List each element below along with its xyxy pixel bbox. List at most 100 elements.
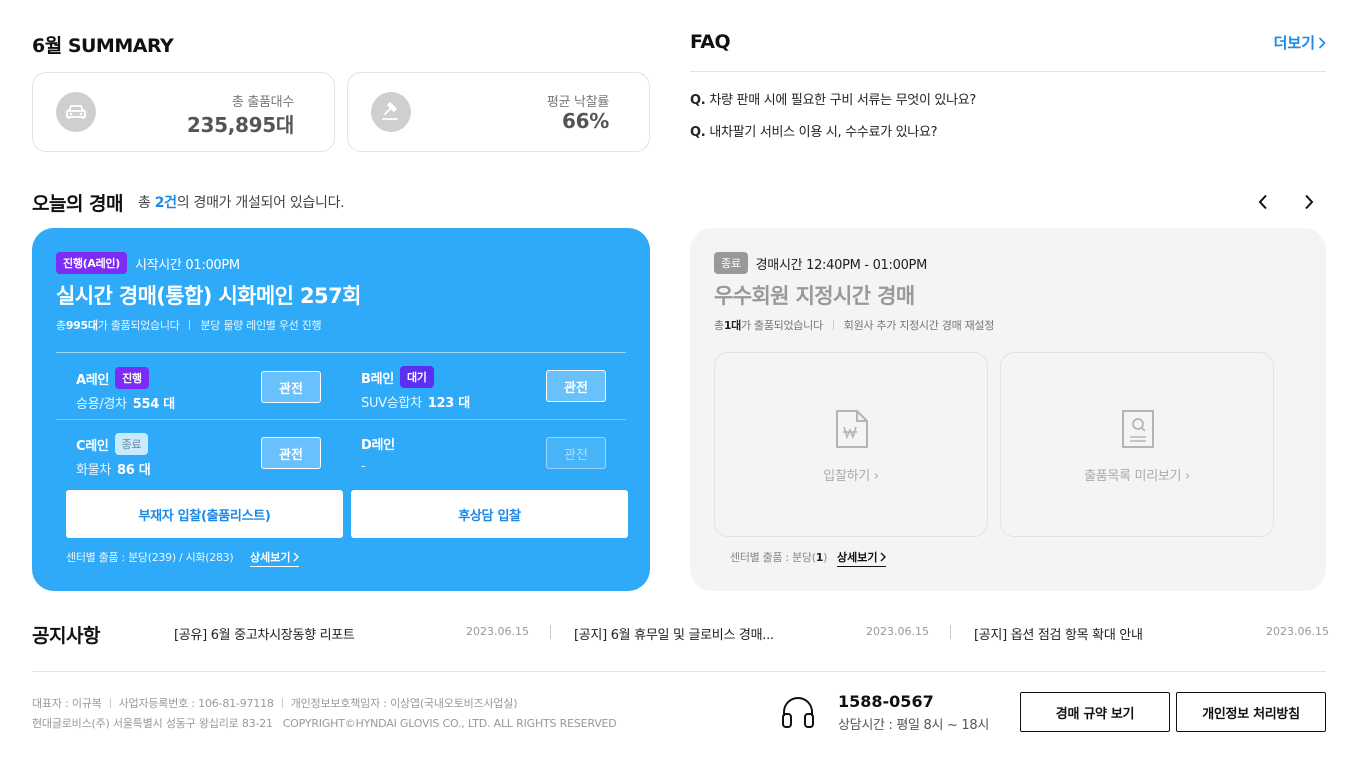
footer-copyright: COPYRIGHT©HYNDAI GLOVIS CO., LTD. ALL RI… <box>282 717 617 730</box>
lane-count: 554 대 <box>132 397 175 412</box>
detail-label: 상세보기 <box>837 551 878 564</box>
summary-value: 235,895대 <box>186 113 294 137</box>
watch-lane-b-button[interactable]: 관전 <box>546 370 606 402</box>
lane-count: 123 대 <box>427 396 470 411</box>
faq-item[interactable]: Q. 차량 판매 시에 필요한 구비 서류는 무엇이 있나요? <box>690 89 976 108</box>
lane-name: A레인 <box>76 372 110 388</box>
info-suffix: 가 출품되었습니다 <box>97 319 180 332</box>
chevron-right-icon <box>880 552 887 562</box>
lane-b-desc: SUV승합차 123 대 <box>361 392 470 411</box>
bid-box[interactable]: 입찰하기 › <box>714 352 988 537</box>
detail-link[interactable]: 상세보기 <box>250 549 300 567</box>
lane-status-badge: 대기 <box>399 366 434 388</box>
lane-a-header: A레인 진행 <box>76 367 149 389</box>
center-info: 센터별 출품 : 분당(239) / 시화(283) <box>66 551 234 564</box>
footer-biz-no: 사업자등록번호 : 106-81-97118 <box>118 697 274 710</box>
divider <box>189 320 191 330</box>
headset-icon <box>782 697 814 728</box>
gavel-icon <box>371 92 411 132</box>
preview-box[interactable]: 출품목록 미리보기 › <box>1000 352 1274 537</box>
watch-lane-c-button[interactable]: 관전 <box>261 437 321 469</box>
auction-time: 경매시간 12:40PM - 01:00PM <box>755 257 928 273</box>
today-sub-suffix: 의 경매가 개설되어 있습니다. <box>176 195 345 211</box>
notice-date: 2023.06.15 <box>866 625 929 638</box>
watch-lane-d-button[interactable]: 관전 <box>546 437 606 469</box>
post-consult-bid-button[interactable]: 후상담 입찰 <box>351 490 628 538</box>
footer-ceo: 대표자 : 이규복 <box>32 697 102 710</box>
lane-name: B레인 <box>361 371 394 387</box>
chevron-right-icon: › <box>1185 469 1190 484</box>
notice-item[interactable]: [공지] 6월 휴무일 및 글로비스 경매... <box>574 624 774 643</box>
chevron-right-icon: › <box>873 469 879 484</box>
faq-divider <box>690 71 1326 72</box>
lane-type: 화물차 <box>76 463 111 478</box>
preview-text: 출품목록 미리보기 <box>1084 469 1182 484</box>
lane-c-desc: 화물차 86 대 <box>76 459 151 478</box>
notice-item[interactable]: [공지] 옵션 점검 항목 확대 안내 <box>974 624 1143 643</box>
document-search-icon <box>1122 410 1154 448</box>
faq-item[interactable]: Q. 내차팔기 서비스 이용 시, 수수료가 있나요? <box>690 121 938 140</box>
lane-name: D레인 <box>361 438 395 453</box>
status-badge: 진행(A레인) <box>56 252 127 274</box>
divider <box>550 625 551 639</box>
footer-privacy-officer: 개인정보보호책임자 : 이상엽(국내오토비즈사업실) <box>290 697 518 710</box>
summary-value: 66% <box>562 109 609 133</box>
footer-address-line: 현대글로비스(주) 서울특별시 성동구 왕십리로 83-21 COPYRIGHT… <box>32 715 617 731</box>
summary-card-rate: 평균 낙찰률 66% <box>347 72 650 152</box>
closed-auction-card: 종료 경매시간 12:40PM - 01:00PM 우수회원 지정시간 경매 총… <box>690 228 1326 591</box>
detail-link[interactable]: 상세보기 <box>837 549 887 567</box>
absentee-bid-button[interactable]: 부재자 입찰(출품리스트) <box>66 490 343 538</box>
today-title: 오늘의 경매 <box>32 193 124 215</box>
faq-question: 차량 판매 시에 필요한 구비 서류는 무엇이 있나요? <box>709 93 977 108</box>
notice-title: 공지사항 <box>32 625 100 647</box>
lane-status-badge: 진행 <box>115 367 149 389</box>
watch-lane-a-button[interactable]: 관전 <box>261 371 321 403</box>
notice-date: 2023.06.15 <box>466 625 529 638</box>
today-sub-prefix: 총 <box>138 195 155 211</box>
lane-type: 승용/경차 <box>76 397 127 412</box>
center-info: 센터별 출품 : 분당(1) <box>730 549 827 565</box>
auction-title: 실시간 경매(통합) 시화메인 257회 <box>56 284 361 308</box>
footer-address: 현대글로비스(주) 서울특별시 성동구 왕십리로 83-21 <box>32 717 273 730</box>
summary-title: 6월 SUMMARY <box>32 35 174 57</box>
divider <box>832 320 834 330</box>
bid-label: 입찰하기 › <box>715 465 987 484</box>
notice-date: 2023.06.15 <box>1266 625 1329 638</box>
center-suffix: ) <box>823 551 828 564</box>
info-note: 분당 물량 레인별 우선 진행 <box>200 319 322 332</box>
divider <box>56 352 626 353</box>
faq-title: FAQ <box>690 31 731 53</box>
summary-card-total: 총 출품대수 235,895대 <box>32 72 335 152</box>
center-count: 1 <box>815 551 824 564</box>
notice-item[interactable]: [공유] 6월 중고차시장동향 리포트 <box>174 624 355 643</box>
info-prefix: 총 <box>714 319 724 332</box>
lane-type: SUV승합차 <box>361 396 422 411</box>
next-arrow-button[interactable] <box>1297 190 1321 214</box>
auction-info: 총 1대 가 출품되었습니다 회원사 추가 지정시간 경매 재설정 <box>714 317 994 333</box>
lane-status-badge: 종료 <box>114 433 149 455</box>
divider <box>56 419 626 420</box>
chevron-right-icon <box>1318 36 1326 49</box>
chevron-right-icon <box>293 552 300 562</box>
lane-c-header: C레인 종료 <box>76 433 149 455</box>
info-prefix: 총 <box>56 319 66 332</box>
prev-arrow-button[interactable] <box>1251 190 1275 214</box>
privacy-policy-button[interactable]: 개인정보 처리방침 <box>1176 692 1326 732</box>
chevron-left-icon <box>1258 194 1267 210</box>
info-count: 995대 <box>65 319 98 332</box>
lane-d-desc: - <box>361 459 366 474</box>
faq-more-link[interactable]: 더보기 <box>1274 32 1326 53</box>
today-subtitle: 총 2건의 경매가 개설되어 있습니다. <box>138 192 345 212</box>
footer-company-info: 대표자 : 이규복 사업자등록번호 : 106-81-97118 개인정보보호책임자… <box>32 695 518 711</box>
divider <box>950 625 951 639</box>
info-note: 회원사 추가 지정시간 경매 재설정 <box>843 319 995 332</box>
info-suffix: 가 출품되었습니다 <box>741 319 823 332</box>
status-badge: 종료 <box>714 252 748 274</box>
detail-label: 상세보기 <box>250 551 291 564</box>
faq-q-marker: Q. <box>690 93 706 108</box>
lane-a-desc: 승용/경차 554 대 <box>76 393 175 412</box>
start-time: 시작시간 01:00PM <box>134 257 240 273</box>
auction-rules-button[interactable]: 경매 규약 보기 <box>1020 692 1170 732</box>
lane-b-header: B레인 대기 <box>361 366 434 388</box>
lane-d-header: D레인 <box>361 434 395 453</box>
